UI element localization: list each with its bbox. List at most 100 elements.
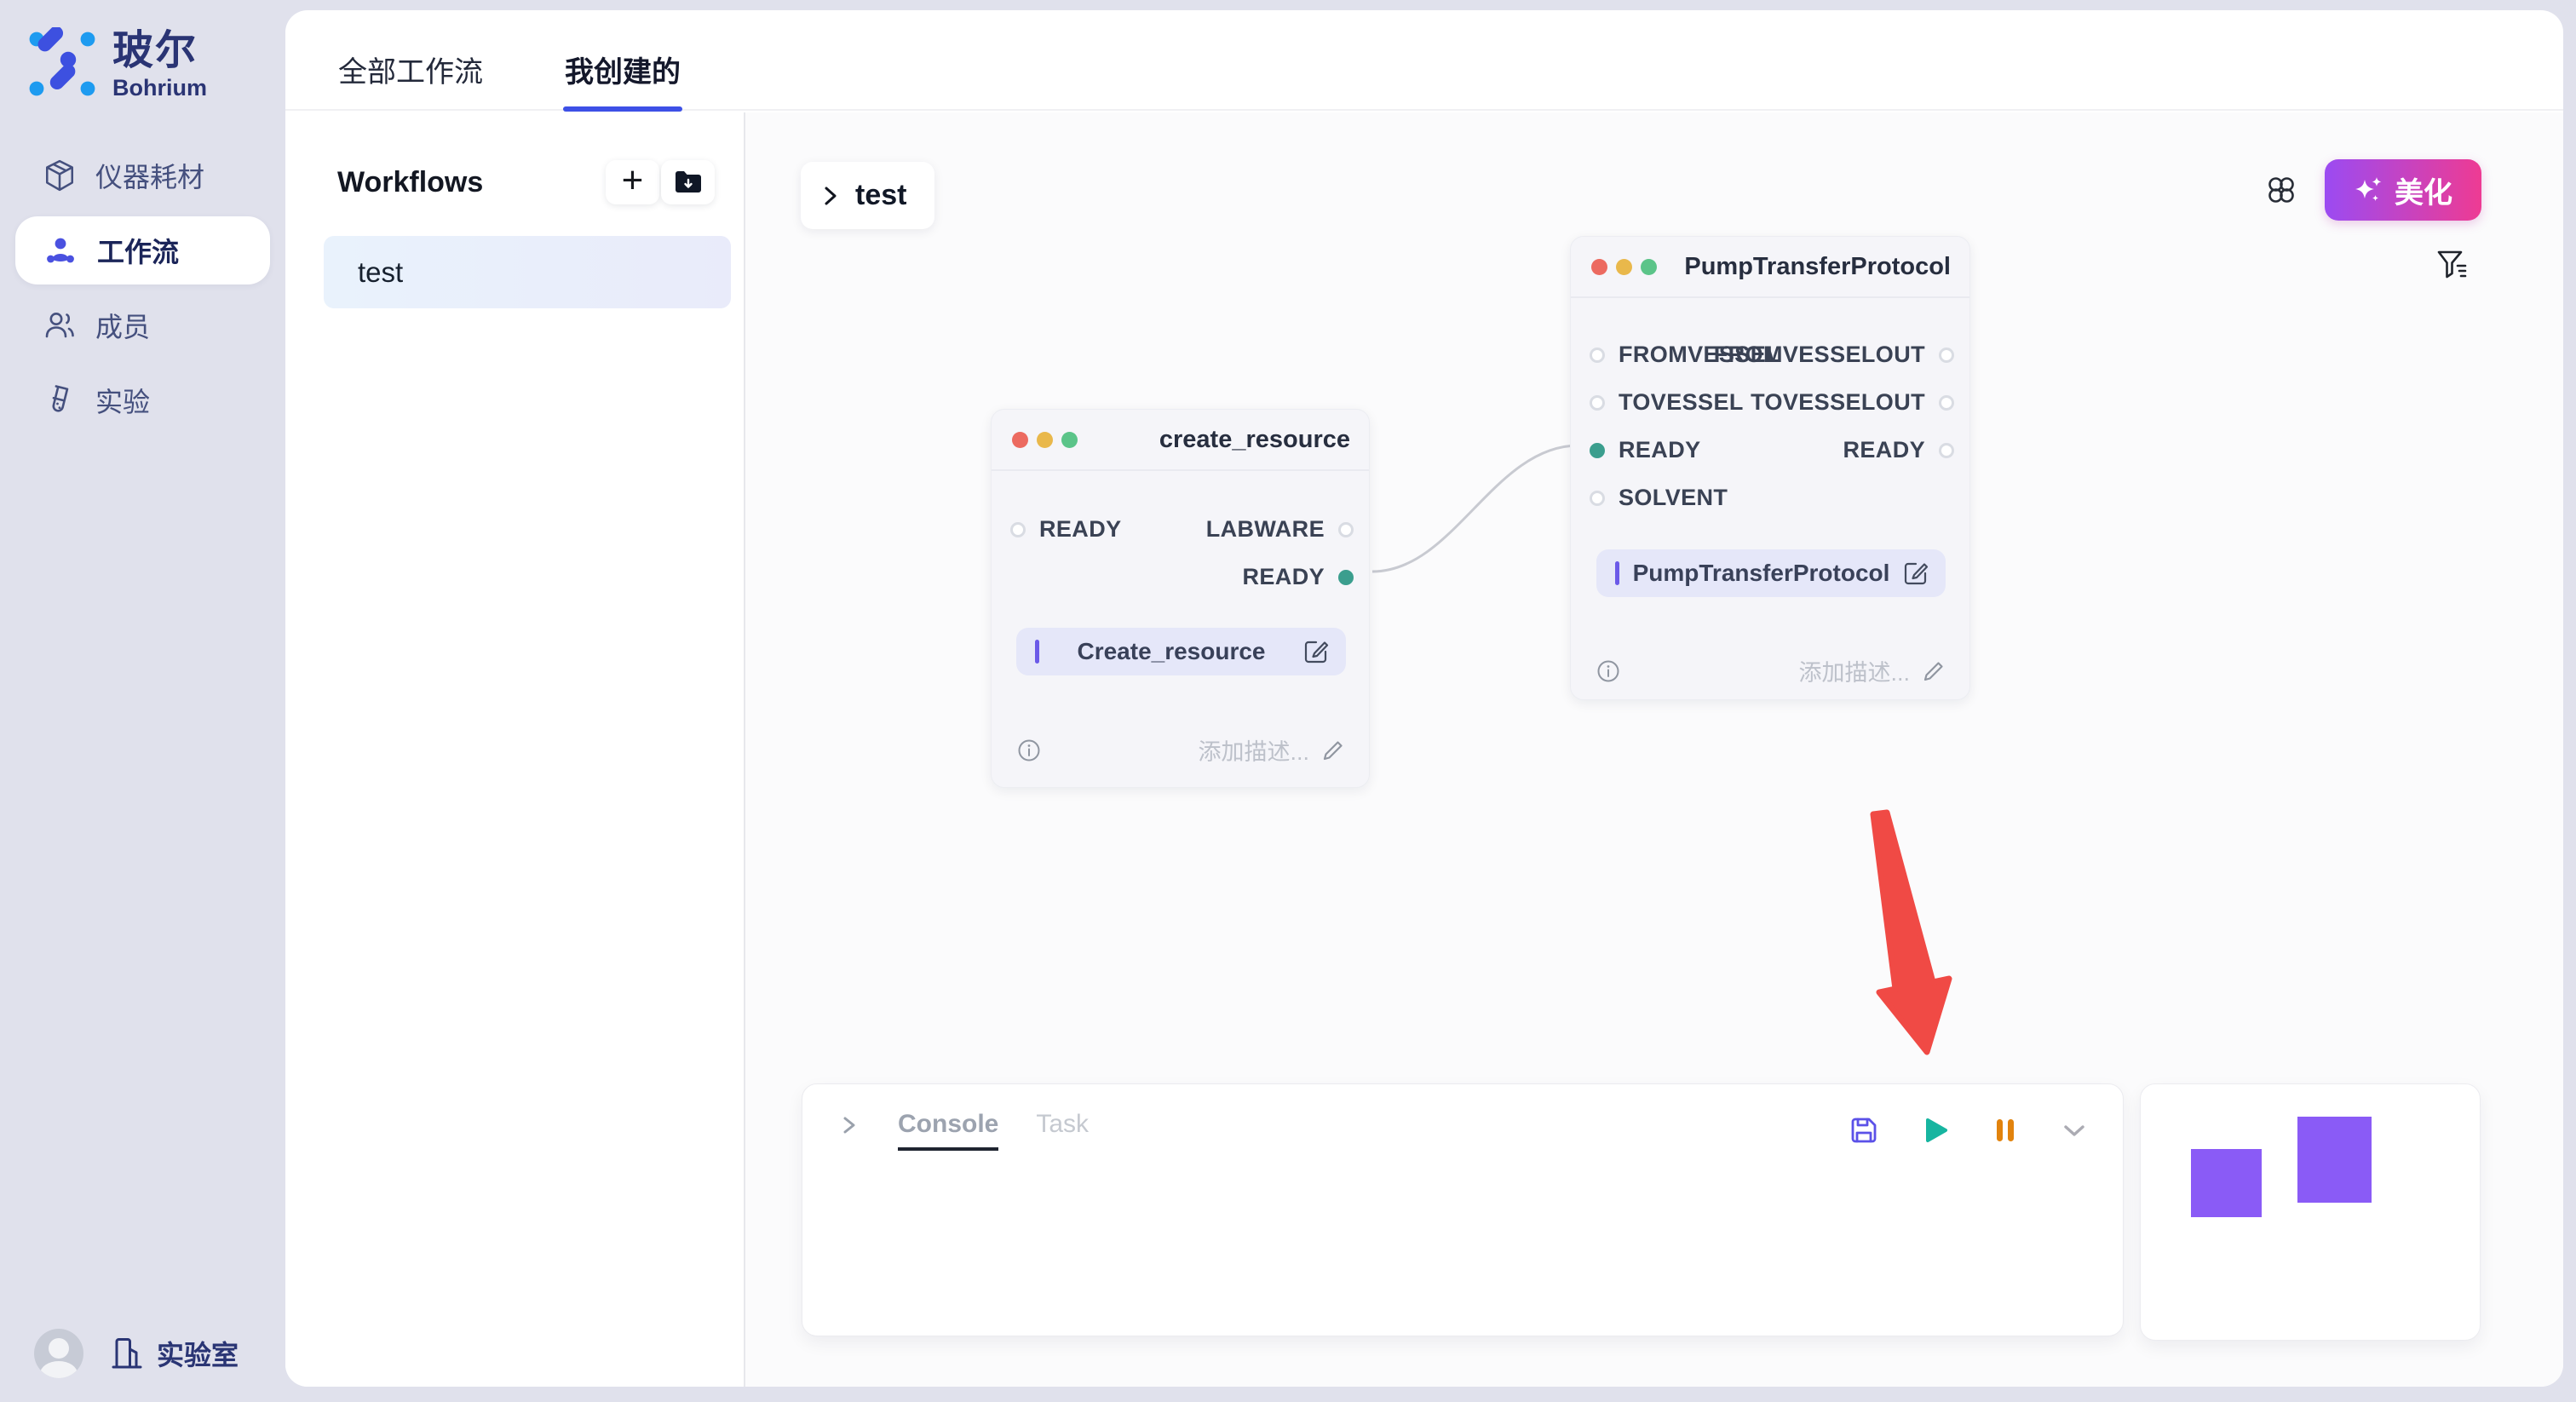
beautify-label: 美化 (2395, 170, 2452, 211)
workflow-list-panel: Workflows + test (285, 112, 745, 1387)
port-circle-icon[interactable] (1939, 395, 1954, 411)
sidebar-item-label: 工作流 (97, 231, 179, 270)
node-title: PumpTransferProtocol (1684, 253, 1951, 281)
plus-icon: + (622, 162, 644, 199)
port-circle-icon[interactable] (1590, 395, 1605, 411)
workflow-tabs: 全部工作流 我创建的 (285, 10, 2563, 111)
canvas-tools: 美化 (2265, 159, 2481, 221)
sparkles-icon (2354, 175, 2384, 205)
node-header: create_resource (992, 410, 1369, 471)
port-tovesselout[interactable]: TOVESSELOUT (1751, 389, 1954, 416)
add-workflow-button[interactable]: + (606, 160, 659, 204)
dot-yellow-icon (1616, 259, 1632, 275)
dot-yellow-icon (1037, 432, 1053, 448)
workflow-users-icon (43, 233, 78, 268)
description-placeholder[interactable]: 添加描述... (1798, 654, 1910, 687)
console-tab-task[interactable]: Task (1036, 1110, 1089, 1151)
node-action-button[interactable]: Create_resource (1016, 628, 1346, 675)
info-icon[interactable] (1017, 738, 1041, 762)
node-pump-transfer-protocol[interactable]: PumpTransferProtocol FROMVESSEL FROMVESS… (1570, 236, 1970, 700)
lab-switcher[interactable]: 实验室 (109, 1334, 239, 1373)
info-icon[interactable] (1596, 659, 1620, 683)
console-expand-chevron-icon[interactable] (838, 1112, 860, 1148)
sidebar-item-workflows[interactable]: 工作流 (15, 216, 270, 284)
sidebar-item-experiments[interactable]: 实验 (0, 363, 285, 438)
port-circle-icon[interactable] (1590, 348, 1605, 363)
minimap[interactable] (2140, 1083, 2481, 1341)
port-solvent-in[interactable]: SOLVENT (1590, 485, 1728, 511)
port-circle-icon[interactable] (1338, 570, 1354, 585)
breadcrumb-label: test (855, 179, 906, 212)
port-ready-in[interactable]: READY (1590, 437, 1701, 463)
port-circle-icon[interactable] (1010, 522, 1026, 537)
sidebar: 玻尔 Bohrium 仪器耗材 (0, 0, 285, 1402)
tab-my-created[interactable]: 我创建的 (565, 49, 681, 109)
import-folder-button[interactable] (661, 160, 715, 204)
beautify-button[interactable]: 美化 (2325, 159, 2481, 221)
sidebar-item-label: 实验 (95, 381, 150, 420)
node-header: PumpTransferProtocol (1571, 237, 1969, 298)
sidebar-item-label: 成员 (95, 306, 150, 345)
logo-subtitle: Bohrium (112, 75, 207, 101)
traffic-dots (1591, 259, 1684, 275)
run-icon[interactable] (1920, 1115, 1951, 1146)
edit-icon[interactable] (1903, 560, 1929, 586)
edit-icon[interactable] (1303, 639, 1329, 664)
port-ready-out[interactable]: READY (1843, 437, 1954, 463)
port-tovessel-in[interactable]: TOVESSEL (1590, 389, 1744, 416)
folder-download-icon (674, 170, 703, 195)
port-circle-icon[interactable] (1939, 348, 1954, 363)
dot-green-icon (1061, 432, 1078, 448)
minimap-node-rect (2297, 1117, 2372, 1203)
cube-icon (43, 158, 77, 192)
arrange-clover-icon[interactable] (2265, 174, 2297, 206)
node-action-button[interactable]: PumpTransferProtocol (1596, 549, 1946, 597)
app-logo: 玻尔 Bohrium (26, 27, 207, 101)
building-icon (109, 1335, 145, 1372)
workflow-list-item-test[interactable]: test (324, 236, 731, 308)
active-tab-underline (563, 106, 682, 112)
port-ready-out[interactable]: READY (1242, 564, 1354, 590)
node-create-resource[interactable]: create_resource READY LABWARE READY (991, 409, 1370, 788)
port-circle-icon[interactable] (1590, 443, 1605, 458)
node-footer: 添加描述... (1596, 654, 1946, 687)
sidebar-nav: 仪器耗材 工作流 (0, 138, 285, 438)
port-circle-icon[interactable] (1939, 443, 1954, 458)
pencil-icon[interactable] (1922, 659, 1946, 683)
console-tab-console[interactable]: Console (898, 1110, 998, 1151)
traffic-dots (1012, 432, 1159, 448)
sidebar-footer: 实验室 (34, 1329, 239, 1378)
port-labware-out[interactable]: LABWARE (1206, 516, 1354, 543)
pause-icon[interactable] (1992, 1115, 2019, 1146)
save-icon[interactable] (1849, 1115, 1879, 1146)
collapse-chevron-icon[interactable] (2060, 1118, 2089, 1143)
port-fromvesselout[interactable]: FROMVESSELOUT (1714, 342, 1954, 368)
dot-green-icon (1641, 259, 1657, 275)
sidebar-item-label: 仪器耗材 (95, 156, 204, 195)
description-placeholder[interactable]: 添加描述... (1198, 733, 1309, 767)
filter-icon[interactable] (2435, 247, 2470, 281)
bohrium-logo-icon (26, 27, 99, 101)
dot-red-icon (1591, 259, 1607, 275)
bohrium-app: 玻尔 Bohrium 仪器耗材 (0, 0, 2576, 1402)
port-circle-icon[interactable] (1338, 522, 1354, 537)
port-circle-icon[interactable] (1590, 491, 1605, 506)
node-title: create_resource (1159, 426, 1350, 454)
breadcrumb[interactable]: test (801, 162, 934, 229)
chevron-right-icon (821, 185, 840, 207)
tab-all-workflows[interactable]: 全部工作流 (338, 49, 483, 109)
user-avatar[interactable] (34, 1329, 83, 1378)
test-tube-icon (43, 383, 77, 417)
sidebar-item-members[interactable]: 成员 (0, 288, 285, 363)
port-ready-in[interactable]: READY (1010, 516, 1122, 543)
logo-title: 玻尔 (112, 27, 207, 75)
workflow-canvas[interactable]: test (745, 112, 2563, 1387)
main-card: 全部工作流 我创建的 Workflows + (285, 10, 2563, 1387)
pencil-icon[interactable] (1321, 738, 1345, 762)
dot-red-icon (1012, 432, 1028, 448)
sidebar-item-instruments[interactable]: 仪器耗材 (0, 138, 285, 213)
members-icon (43, 308, 77, 342)
lab-label: 实验室 (157, 1334, 239, 1373)
panel-title: Workflows (337, 166, 606, 199)
node-footer: 添加描述... (1017, 733, 1345, 767)
